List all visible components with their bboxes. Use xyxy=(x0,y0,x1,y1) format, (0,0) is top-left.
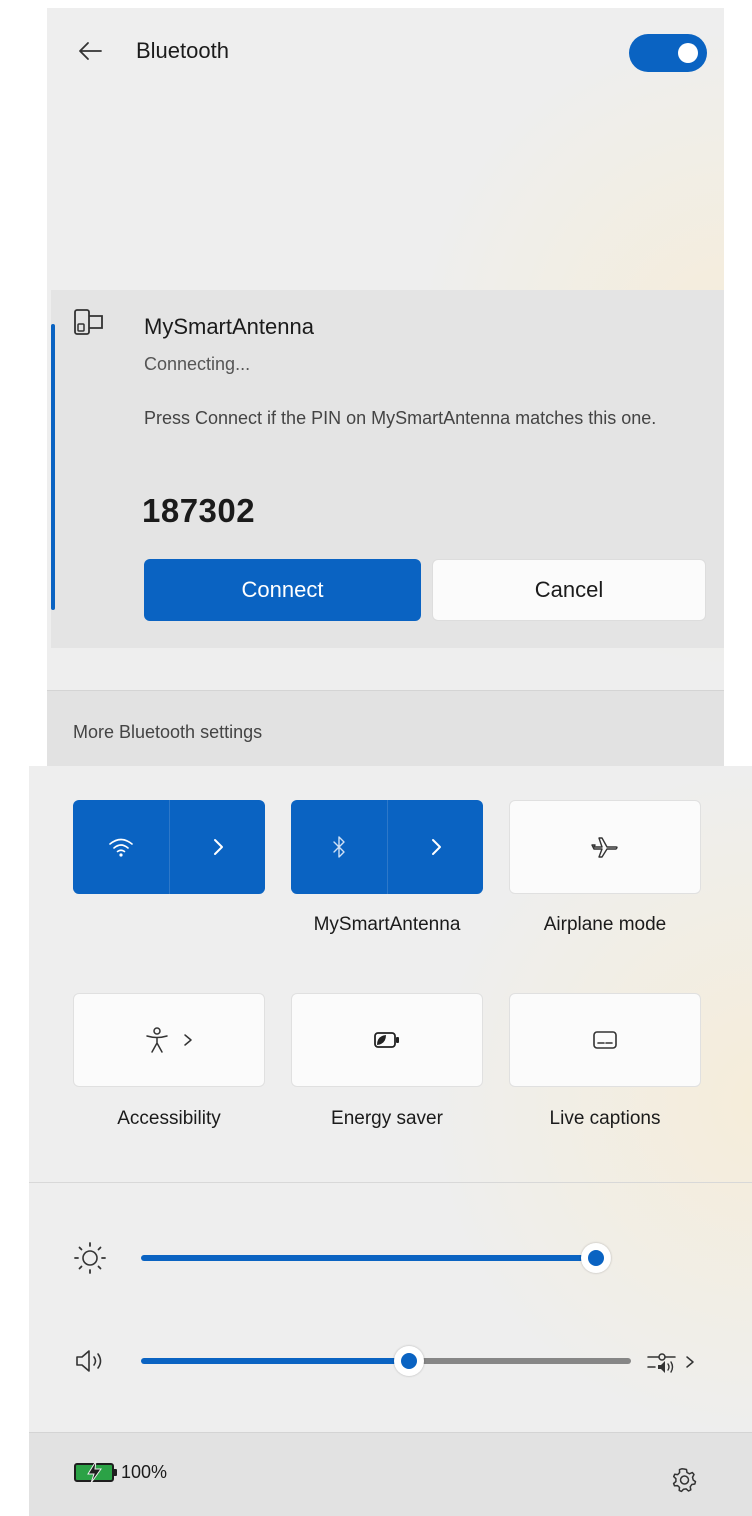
energy-saver-tile[interactable] xyxy=(291,993,483,1087)
brightness-slider[interactable] xyxy=(141,1243,611,1273)
airplane-mode-label: Airplane mode xyxy=(543,914,667,935)
back-arrow-icon[interactable] xyxy=(77,38,103,64)
pin-code: 187302 xyxy=(142,492,256,529)
bluetooth-icon xyxy=(333,836,345,858)
device-icon xyxy=(74,309,103,335)
chevron-right-icon xyxy=(686,1356,694,1368)
airplane-mode-tile[interactable] xyxy=(509,800,701,894)
audio-output-button[interactable] xyxy=(645,1346,709,1378)
section-divider xyxy=(29,1182,752,1183)
chevron-right-icon xyxy=(184,1034,192,1046)
volume-icon xyxy=(76,1350,102,1372)
bluetooth-tile-label: MySmartAntenna xyxy=(313,914,461,935)
chevron-right-icon xyxy=(214,839,223,855)
page-title: Bluetooth xyxy=(136,38,229,63)
toggle-knob xyxy=(678,43,698,63)
airplane-icon xyxy=(591,837,618,858)
pin-instructions: Press Connect if the PIN on MySmartAnten… xyxy=(144,408,657,428)
device-name: MySmartAntenna xyxy=(144,314,314,339)
volume-thumb[interactable] xyxy=(394,1346,424,1376)
chevron-right-icon xyxy=(432,839,441,855)
quick-settings-panel: MySmartAntenna Airplane mode Accessibili… xyxy=(29,766,752,1516)
device-status: Connecting... xyxy=(144,354,251,374)
more-bluetooth-settings-link[interactable]: More Bluetooth settings xyxy=(73,722,262,743)
audio-mixer-icon xyxy=(647,1353,676,1373)
wifi-icon xyxy=(109,838,133,857)
accessibility-icon xyxy=(146,1027,168,1053)
brightness-thumb[interactable] xyxy=(581,1243,611,1273)
volume-slider[interactable] xyxy=(141,1346,631,1376)
live-captions-icon xyxy=(593,1031,617,1049)
bluetooth-tile[interactable] xyxy=(291,800,483,894)
wifi-expand-button[interactable] xyxy=(170,800,266,894)
wifi-tile[interactable] xyxy=(73,800,265,894)
wifi-toggle[interactable] xyxy=(73,800,169,894)
bluetooth-flyout: Bluetooth MySmartAntenna Connecting... P… xyxy=(47,8,724,767)
bluetooth-tile-toggle[interactable] xyxy=(291,800,387,894)
accessibility-tile[interactable] xyxy=(73,993,265,1087)
cancel-button[interactable]: Cancel xyxy=(432,559,706,621)
volume-fill xyxy=(141,1358,409,1364)
bluetooth-expand-button[interactable] xyxy=(388,800,484,894)
volume-track xyxy=(409,1358,631,1364)
energy-saver-label: Energy saver xyxy=(331,1108,443,1129)
live-captions-label: Live captions xyxy=(549,1108,661,1129)
battery-percentage: 100% xyxy=(121,1462,168,1482)
battery-charging-icon[interactable] xyxy=(73,1460,119,1484)
selection-indicator xyxy=(51,324,55,610)
gear-icon[interactable] xyxy=(670,1466,698,1494)
energy-saver-icon xyxy=(374,1032,399,1048)
brightness-fill xyxy=(141,1255,596,1261)
bluetooth-toggle[interactable] xyxy=(629,34,707,72)
accessibility-label: Accessibility xyxy=(117,1108,221,1129)
live-captions-tile[interactable] xyxy=(509,993,701,1087)
brightness-icon xyxy=(74,1242,106,1274)
connect-button[interactable]: Connect xyxy=(144,559,421,621)
